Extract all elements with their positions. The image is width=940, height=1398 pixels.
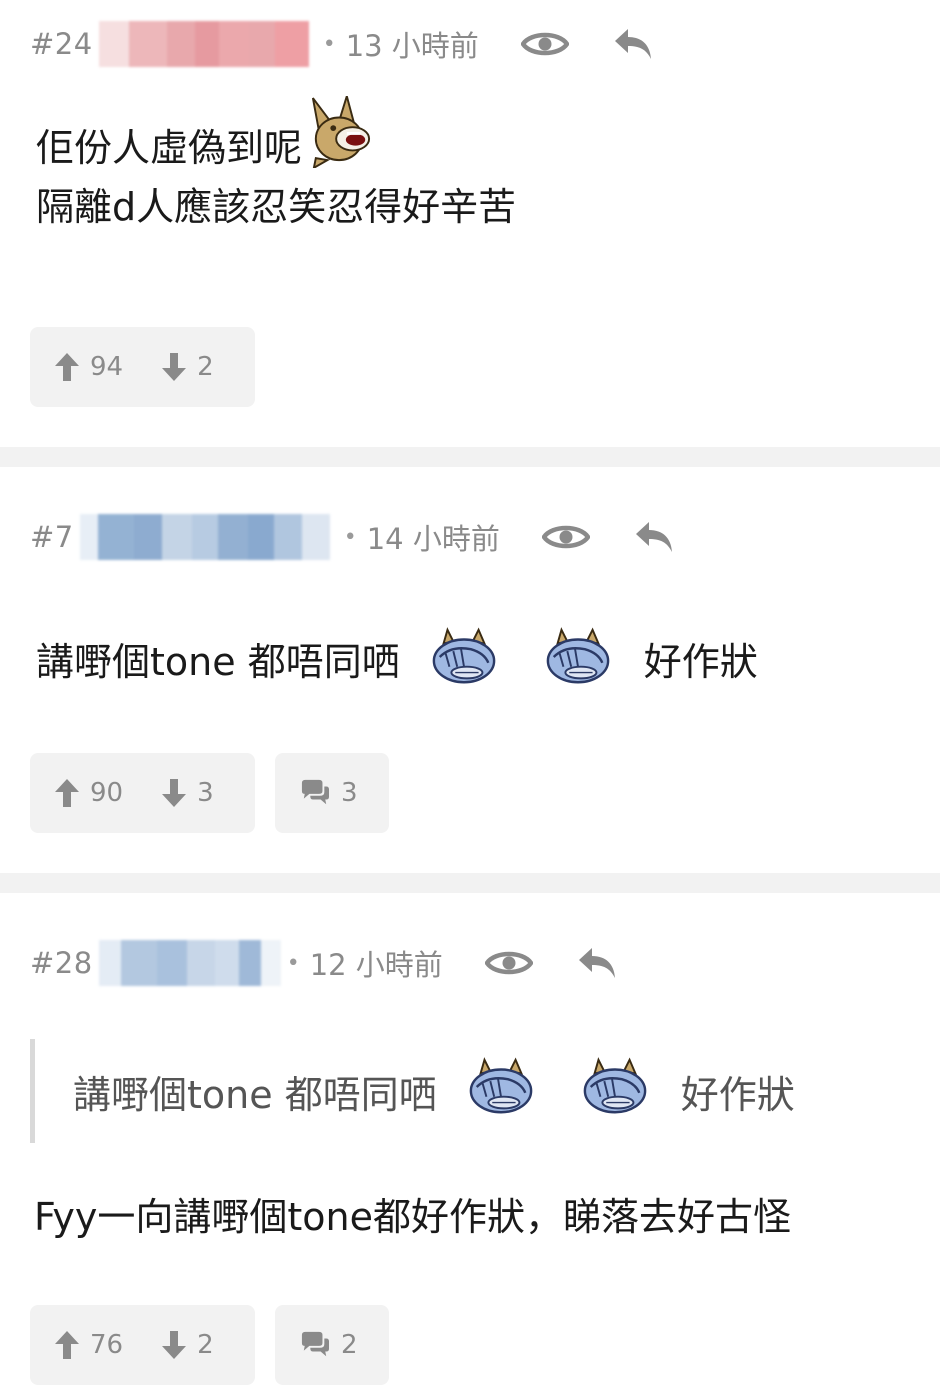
content-line: 隔離d人應該忍笑忍得好辛苦 <box>36 185 516 231</box>
post-time: 12 小時前 <box>309 948 443 982</box>
comment-count: 2 <box>341 1330 358 1360</box>
comment-count: 3 <box>341 778 358 808</box>
username-redacted[interactable] <box>98 21 309 67</box>
content-line: 講嘢個tone 都唔同哂 好作狀 <box>36 627 758 698</box>
vote-bar: 90 3 <box>30 753 255 833</box>
upvote-button[interactable]: 90 <box>54 778 123 808</box>
downvote-button[interactable]: 2 <box>161 1330 214 1360</box>
upvote-count: 94 <box>90 352 124 382</box>
comments-button[interactable]: 3 <box>275 753 389 833</box>
post-time: 14 小時前 <box>366 522 500 556</box>
separator-dot: • <box>343 524 357 550</box>
post-24: #24 • 13 小時前 佢份人虛偽到呢 隔離d人應該忍笑忍得好辛苦 94 2 <box>0 0 940 447</box>
downvote-count: 3 <box>197 778 214 808</box>
floor-number: #24 <box>30 27 93 61</box>
post-content: 講嘢個tone 都唔同哂 好作狀 <box>36 627 758 698</box>
vote-bar: 76 2 <box>30 1305 255 1385</box>
content-text: 講嘢個tone 都唔同哂 <box>36 639 400 684</box>
content-text: 隔離d人應該忍笑忍得好辛苦 <box>36 184 517 229</box>
username-redacted[interactable] <box>98 940 281 986</box>
eye-icon[interactable] <box>485 948 533 978</box>
upvote-count: 76 <box>90 1330 124 1360</box>
eye-icon[interactable] <box>542 522 590 552</box>
content-text: 佢份人虛偽到呢 <box>36 125 303 170</box>
thumb-down-arrow-icon <box>161 352 187 382</box>
post-divider <box>0 447 940 467</box>
content-line: Fyy一向講嘢個tone都好作狀，睇落去好古怪 <box>34 1195 791 1241</box>
content-line: 佢份人虛偽到呢 <box>36 118 516 179</box>
comments-button[interactable]: 2 <box>275 1305 389 1385</box>
separator-dot: • <box>322 31 336 57</box>
thumb-up-arrow-icon <box>54 1330 80 1360</box>
speech-bubbles-icon <box>299 1331 331 1359</box>
thumb-up-arrow-icon <box>54 778 80 808</box>
post-meta: #28 • 12 小時前 <box>30 940 617 986</box>
content-text: 好作狀 <box>643 639 758 684</box>
post-time: 13 小時前 <box>345 29 479 63</box>
speech-bubbles-icon <box>299 779 331 807</box>
post-divider <box>0 873 940 893</box>
username-redacted[interactable] <box>79 514 330 560</box>
content-text: Fyy一向講嘢個tone都好作狀，睇落去好古怪 <box>34 1195 791 1239</box>
post-28: #28 • 12 小時前 講嘢個tone 都唔同哂 好作狀 Fyy一向講嘢個to… <box>0 893 940 1398</box>
post-content: 佢份人虛偽到呢 隔離d人應該忍笑忍得好辛苦 <box>36 118 516 230</box>
quote-text: 講嘢個tone 都唔同哂 <box>73 1072 437 1117</box>
facepalm-emoji <box>544 627 612 698</box>
post-meta: #7 • 14 小時前 <box>30 514 674 560</box>
downvote-count: 2 <box>197 1330 214 1360</box>
separator-dot: • <box>286 950 300 976</box>
screaming-dog-emoji <box>310 96 372 179</box>
thumb-up-arrow-icon <box>54 352 80 382</box>
floor-number: #28 <box>30 946 93 980</box>
post-meta: #24 • 13 小時前 <box>30 21 653 67</box>
reply-icon[interactable] <box>613 27 653 61</box>
quoted-reply: 講嘢個tone 都唔同哂 好作狀 <box>30 1039 795 1143</box>
facepalm-emoji <box>581 1057 649 1126</box>
downvote-button[interactable]: 2 <box>161 352 214 382</box>
thumb-down-arrow-icon <box>161 1330 187 1360</box>
post-7: #7 • 14 小時前 講嘢個tone 都唔同哂 好作狀 90 3 3 <box>0 467 940 873</box>
vote-bar: 94 2 <box>30 327 255 407</box>
floor-number: #7 <box>30 520 74 554</box>
downvote-button[interactable]: 3 <box>161 778 214 808</box>
eye-icon[interactable] <box>521 29 569 59</box>
facepalm-emoji <box>430 627 498 698</box>
reply-icon[interactable] <box>634 520 674 554</box>
upvote-button[interactable]: 94 <box>54 352 123 382</box>
facepalm-emoji <box>467 1057 535 1126</box>
upvote-count: 90 <box>90 778 124 808</box>
downvote-count: 2 <box>197 352 214 382</box>
quote-text: 好作狀 <box>680 1072 795 1117</box>
thumb-down-arrow-icon <box>161 778 187 808</box>
upvote-button[interactable]: 76 <box>54 1330 123 1360</box>
post-content: Fyy一向講嘢個tone都好作狀，睇落去好古怪 <box>34 1195 791 1241</box>
reply-icon[interactable] <box>577 946 617 980</box>
